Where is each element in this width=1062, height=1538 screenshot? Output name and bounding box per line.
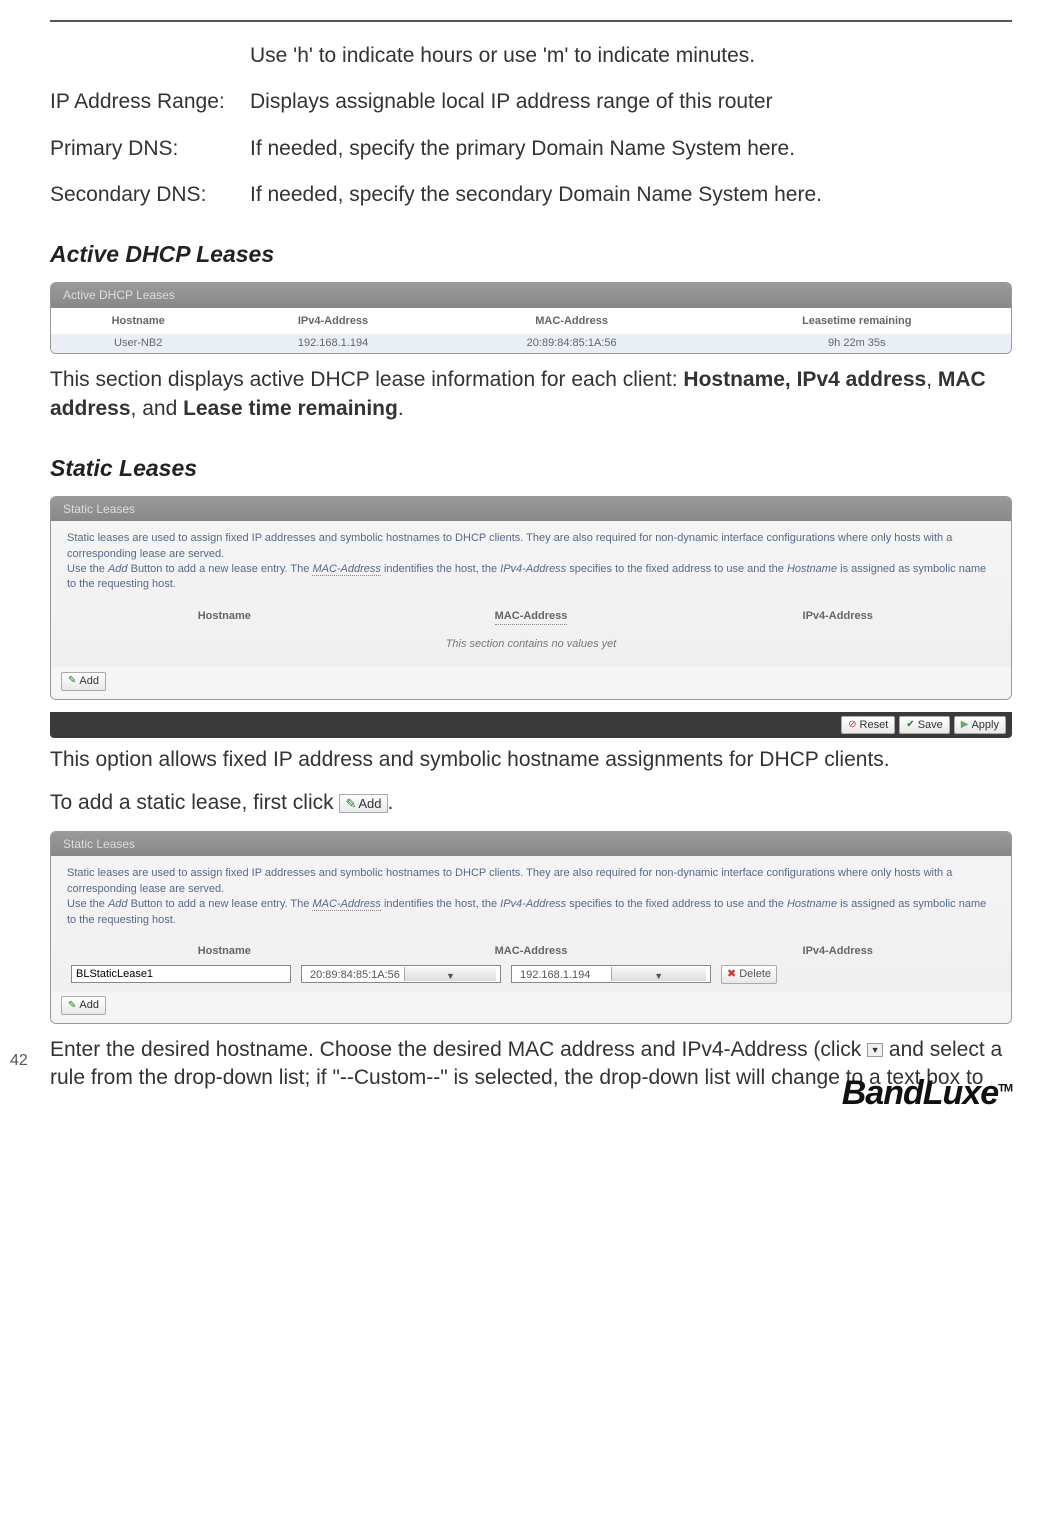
desc-line1: Static leases are used to assign fixed I…: [67, 531, 995, 562]
ip-range-term: IP Address Range:: [50, 88, 250, 116]
static-leases-desc: Static leases are used to assign fixed I…: [51, 856, 1011, 934]
ip-range-desc: Displays assignable local IP address ran…: [250, 88, 1012, 116]
col-hostname: Hostname: [51, 308, 225, 335]
trademark-text: TM: [998, 1082, 1012, 1094]
col-hostname: Hostname: [71, 609, 378, 625]
text: .: [388, 791, 394, 814]
add-icon: ✎: [345, 795, 356, 813]
delete-label: Delete: [739, 967, 771, 982]
hostname-input[interactable]: [71, 965, 291, 983]
chevron-down-icon: ▼: [611, 967, 707, 981]
active-dhcp-description: This section displays active DHCP lease …: [50, 366, 1012, 423]
static-lease-row: 20:89:84:85:1A:56 ▼ 192.168.1.194 ▼ ✖ De…: [51, 961, 1011, 992]
static-para2: To add a static lease, first click ✎ Add…: [50, 789, 1012, 817]
col-hostname: Hostname: [71, 944, 378, 959]
static-leases-desc: Static leases are used to assign fixed I…: [51, 521, 1011, 599]
add-label: Add: [79, 998, 99, 1013]
col-lease: Leasetime remaining: [703, 308, 1011, 335]
reset-button[interactable]: ⊘ Reset: [841, 716, 895, 735]
static-headers: Hostname MAC-Address IPv4-Address: [51, 934, 1011, 961]
page-number: 42: [10, 1050, 28, 1072]
col-mac: MAC-Address: [441, 308, 703, 335]
save-button[interactable]: ✔ Save: [899, 716, 949, 735]
col-mac: MAC-Address: [378, 609, 685, 625]
static-leases-title: Static Leases: [50, 453, 1012, 484]
primary-dns-term: Primary DNS:: [50, 135, 250, 163]
desc-line1: Static leases are used to assign fixed I…: [67, 866, 995, 897]
save-label: Save: [918, 718, 943, 733]
add-icon: ✎: [68, 674, 76, 688]
inline-add-button[interactable]: ✎ Add: [339, 794, 387, 814]
reset-label: Reset: [860, 718, 889, 733]
add-label: Add: [358, 795, 381, 813]
text: .: [398, 397, 404, 420]
active-dhcp-panel-header: Active DHCP Leases: [51, 283, 1011, 307]
text: ,: [926, 368, 938, 391]
inline-dropdown-icon[interactable]: ▼: [867, 1043, 883, 1057]
secondary-dns-term: Secondary DNS:: [50, 181, 250, 209]
lease-time-desc: Use 'h' to indicate hours or use 'm' to …: [250, 42, 1012, 70]
active-dhcp-table: Hostname IPv4-Address MAC-Address Leaset…: [51, 308, 1011, 354]
text: Enter the desired hostname. Choose the d…: [50, 1038, 867, 1061]
static-leases-panel-header: Static Leases: [51, 497, 1011, 521]
active-dhcp-panel: Active DHCP Leases Hostname IPv4-Address…: [50, 282, 1012, 354]
panel-footer-buttons: ⊘ Reset ✔ Save ▶Apply: [50, 712, 1012, 739]
text: This section displays active DHCP lease …: [50, 368, 683, 391]
apply-label: Apply: [971, 718, 999, 733]
text: , and: [131, 397, 184, 420]
add-icon: ✎: [68, 999, 76, 1013]
add-button[interactable]: ✎ Add: [61, 672, 106, 691]
definitions-table: Use 'h' to indicate hours or use 'm' to …: [50, 42, 1012, 209]
secondary-dns-desc: If needed, specify the secondary Domain …: [250, 181, 1012, 209]
ipv4-value: 192.168.1.194: [516, 967, 611, 981]
primary-dns-desc: If needed, specify the primary Domain Na…: [250, 135, 1012, 163]
text: To add a static lease, first click: [50, 791, 339, 814]
text-bold: Lease time remaining: [183, 397, 398, 420]
col-ipv4: IPv4-Address: [684, 609, 991, 625]
static-leases-panel-header: Static Leases: [51, 832, 1011, 856]
apply-icon: ▶: [961, 718, 969, 732]
static-para1: This option allows fixed IP address and …: [50, 746, 1012, 774]
delete-button[interactable]: ✖ Delete: [721, 965, 777, 984]
cell-ipv4: 192.168.1.194: [225, 334, 440, 353]
col-mac: MAC-Address: [378, 944, 685, 959]
desc-line2: Use the Add Button to add a new lease en…: [67, 562, 995, 593]
brand-text: BandLuxe: [842, 1074, 998, 1112]
cell-lease: 9h 22m 35s: [703, 334, 1011, 353]
static-leases-panel-1: Static Leases Static leases are used to …: [50, 496, 1012, 700]
text-bold: Hostname, IPv4 address: [683, 368, 926, 391]
top-rule: [50, 20, 1012, 22]
mac-value: 20:89:84:85:1A:56: [306, 967, 404, 981]
col-ipv4: IPv4-Address: [684, 944, 991, 959]
no-values-text: This section contains no values yet: [51, 627, 1011, 668]
add-label: Add: [79, 674, 99, 689]
desc-line2: Use the Add Button to add a new lease en…: [67, 897, 995, 928]
ipv4-select[interactable]: 192.168.1.194 ▼: [511, 965, 711, 983]
col-ipv4: IPv4-Address: [225, 308, 440, 335]
active-dhcp-title: Active DHCP Leases: [50, 239, 1012, 270]
delete-icon: ✖: [727, 967, 736, 982]
reset-icon: ⊘: [848, 718, 856, 732]
apply-button[interactable]: ▶Apply: [954, 716, 1006, 735]
static-headers: Hostname MAC-Address IPv4-Address: [51, 599, 1011, 627]
add-button[interactable]: ✎ Add: [61, 996, 106, 1015]
save-icon: ✔: [906, 718, 914, 732]
chevron-down-icon: ▼: [404, 967, 496, 981]
cell-mac: 20:89:84:85:1A:56: [441, 334, 703, 353]
table-row: User-NB2 192.168.1.194 20:89:84:85:1A:56…: [51, 334, 1011, 353]
cell-hostname: User-NB2: [51, 334, 225, 353]
mac-select[interactable]: 20:89:84:85:1A:56 ▼: [301, 965, 501, 983]
def-term-blank: [50, 42, 250, 70]
static-leases-panel-2: Static Leases Static leases are used to …: [50, 831, 1012, 1024]
brand-logo: BandLuxeTM: [842, 1071, 1012, 1117]
